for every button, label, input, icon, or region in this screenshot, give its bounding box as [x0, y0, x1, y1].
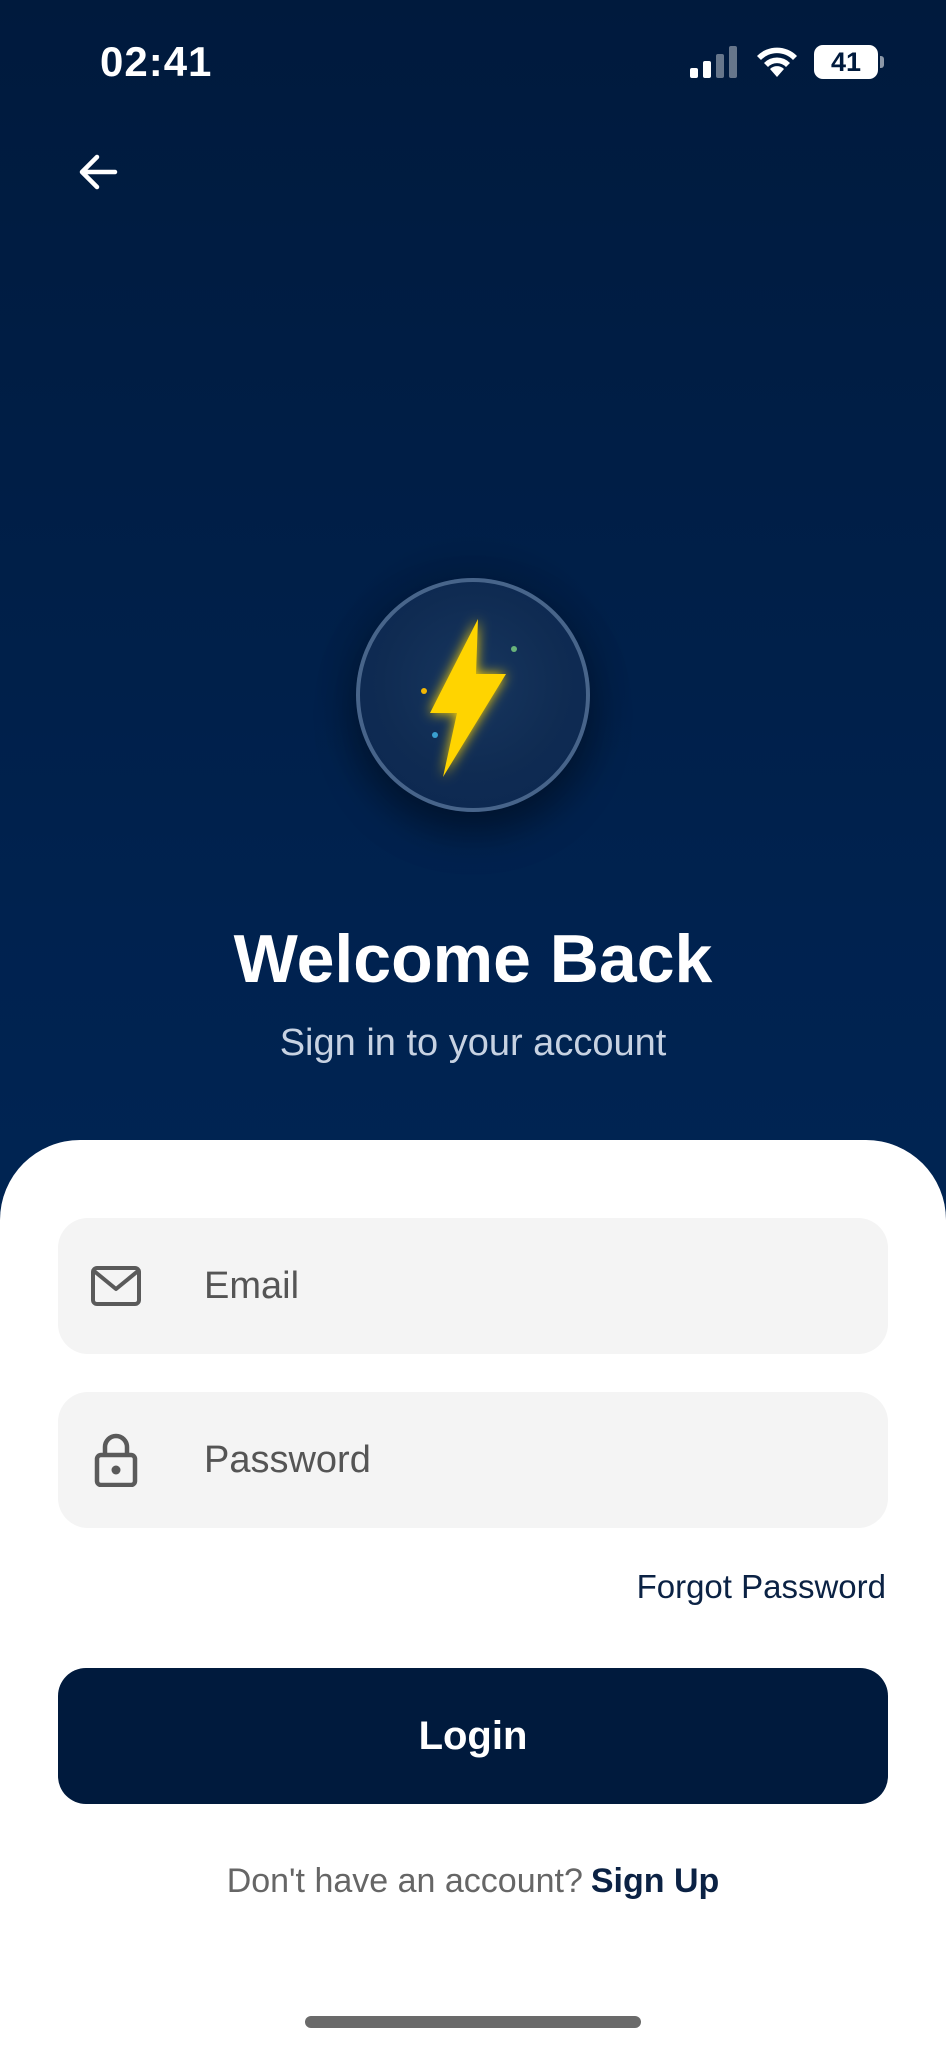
status-time: 02:41	[100, 38, 213, 85]
battery-level: 41	[830, 46, 862, 77]
wifi-icon	[757, 47, 797, 77]
email-input[interactable]	[204, 1218, 854, 1354]
app-logo	[356, 578, 590, 812]
battery-icon: 41	[814, 45, 884, 79]
status-bar: 02:41 41	[0, 0, 946, 130]
lock-icon	[88, 1432, 144, 1488]
home-indicator[interactable]	[305, 2016, 641, 2028]
signup-prompt: Don't have an account?	[226, 1862, 583, 1900]
login-button[interactable]: Login	[58, 1668, 888, 1804]
battery-cap	[880, 56, 884, 68]
login-screen: 02:41 41 Welcome Back Sign in to your ac…	[0, 0, 946, 2048]
login-form-sheet: Forgot Password Login Don't have an acco…	[0, 1140, 946, 2048]
arrow-left-icon	[79, 154, 118, 190]
signal-icon	[690, 46, 737, 78]
lightning-bolt-icon	[421, 619, 517, 777]
password-input[interactable]	[204, 1392, 854, 1528]
forgot-password-link[interactable]: Forgot Password	[637, 1568, 886, 1606]
mail-icon	[88, 1258, 144, 1314]
password-field[interactable]	[58, 1392, 888, 1528]
email-field[interactable]	[58, 1218, 888, 1354]
signup-row: Don't have an account? Sign Up	[0, 1862, 946, 1901]
signup-link[interactable]: Sign Up	[591, 1862, 719, 1900]
page-title: Welcome Back	[233, 921, 713, 997]
page-subtitle: Sign in to your account	[279, 1022, 667, 1064]
back-button[interactable]	[66, 140, 130, 204]
